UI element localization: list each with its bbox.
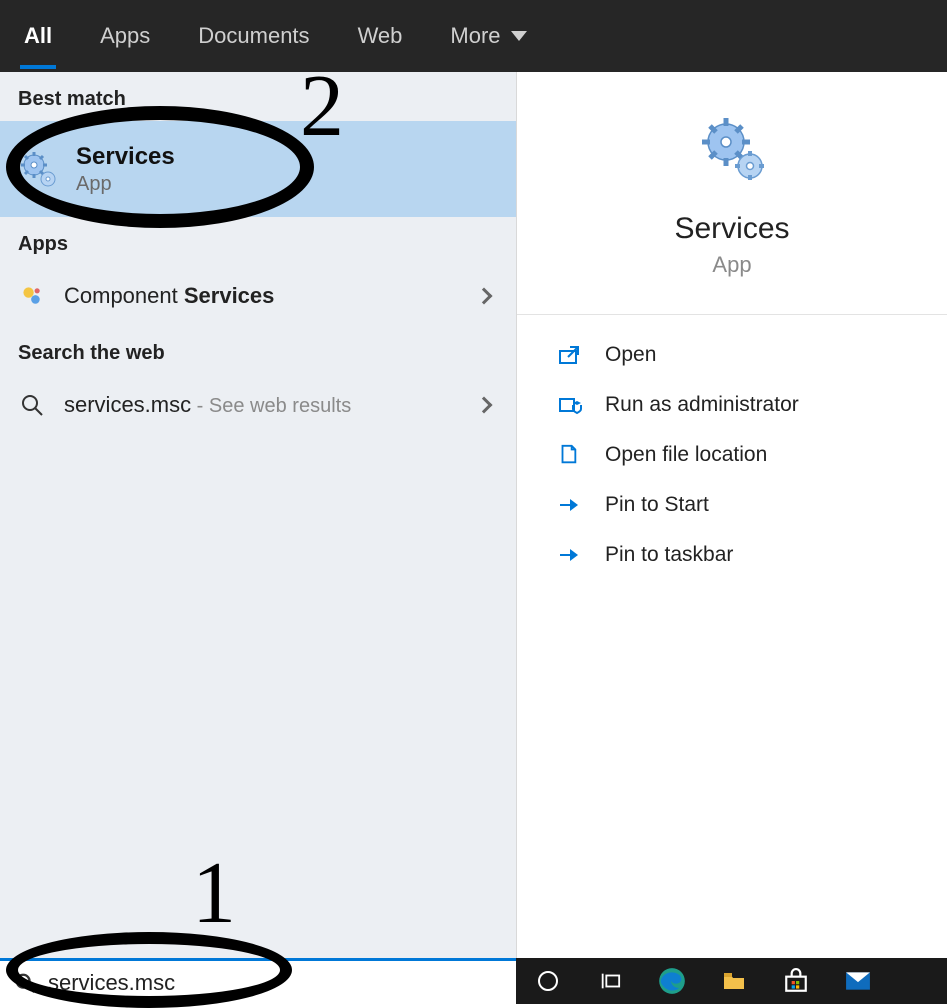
section-apps-label: Apps bbox=[0, 217, 516, 266]
section-web-label: Search the web bbox=[0, 326, 516, 375]
action-label: Pin to Start bbox=[605, 493, 709, 517]
taskbar bbox=[516, 958, 947, 1004]
tab-web[interactable]: Web bbox=[354, 1, 407, 71]
action-label: Run as administrator bbox=[605, 393, 799, 417]
chevron-right-icon bbox=[476, 288, 493, 305]
tab-label: Documents bbox=[198, 23, 309, 48]
tab-apps[interactable]: Apps bbox=[96, 1, 154, 71]
app-result-label: Component Services bbox=[64, 283, 274, 309]
detail-pane: Services App Open Run as administrator bbox=[516, 72, 947, 958]
search-filter-tabs: All Apps Documents Web More bbox=[0, 0, 947, 72]
action-open[interactable]: Open bbox=[557, 339, 947, 371]
detail-subtitle: App bbox=[712, 252, 751, 278]
shield-admin-icon bbox=[557, 394, 585, 416]
web-result-services-msc[interactable]: services.msc - See web results bbox=[0, 375, 516, 435]
best-match-subtitle: App bbox=[76, 173, 175, 196]
action-label: Open bbox=[605, 343, 656, 367]
taskbar-taskview-icon[interactable] bbox=[592, 963, 628, 999]
taskbar-store-icon[interactable] bbox=[778, 963, 814, 999]
detail-actions: Open Run as administrator Open file loca… bbox=[517, 315, 947, 571]
search-icon bbox=[14, 972, 36, 994]
action-label: Open file location bbox=[605, 443, 767, 467]
action-pin-to-start[interactable]: Pin to Start bbox=[557, 489, 947, 521]
taskbar-edge-icon[interactable] bbox=[654, 963, 690, 999]
best-match-result[interactable]: Services App bbox=[0, 121, 516, 217]
tab-label: Web bbox=[358, 23, 403, 48]
tab-all[interactable]: All bbox=[20, 1, 56, 71]
tab-label: Apps bbox=[100, 23, 150, 48]
search-results-pane: Best match Services App bbox=[0, 72, 947, 958]
taskbar-file-explorer-icon[interactable] bbox=[716, 963, 752, 999]
web-result-suffix: - See web results bbox=[191, 395, 351, 417]
search-icon bbox=[18, 391, 46, 419]
action-label: Pin to taskbar bbox=[605, 543, 733, 567]
tab-documents[interactable]: Documents bbox=[194, 1, 313, 71]
app-result-component-services[interactable]: Component Services bbox=[0, 266, 516, 326]
best-match-text: Services App bbox=[76, 143, 175, 196]
open-icon bbox=[557, 344, 585, 366]
app-result-bold: Services bbox=[184, 283, 275, 308]
taskbar-mail-icon[interactable] bbox=[840, 963, 876, 999]
web-result-label: services.msc - See web results bbox=[64, 392, 351, 418]
action-open-file-location[interactable]: Open file location bbox=[557, 439, 947, 471]
search-box[interactable] bbox=[0, 958, 516, 1004]
tab-label: More bbox=[450, 23, 500, 49]
app-result-prefix: Component bbox=[64, 283, 184, 308]
action-pin-to-taskbar[interactable]: Pin to taskbar bbox=[557, 539, 947, 571]
web-result-query: services.msc bbox=[64, 392, 191, 417]
services-gears-icon bbox=[18, 149, 58, 189]
results-left-column: Best match Services App bbox=[0, 72, 516, 958]
folder-location-icon bbox=[557, 444, 585, 466]
action-run-as-admin[interactable]: Run as administrator bbox=[557, 389, 947, 421]
component-services-icon bbox=[18, 282, 46, 310]
search-input[interactable] bbox=[48, 970, 502, 996]
chevron-down-icon bbox=[511, 31, 527, 41]
taskbar-cortana-icon[interactable] bbox=[530, 963, 566, 999]
pin-icon bbox=[557, 494, 585, 516]
best-match-title: Services bbox=[76, 143, 175, 171]
tab-label: All bbox=[24, 23, 52, 48]
services-gears-icon bbox=[696, 112, 768, 184]
tab-more[interactable]: More bbox=[446, 1, 530, 71]
section-best-match-label: Best match bbox=[0, 72, 516, 121]
detail-title: Services bbox=[674, 212, 789, 246]
chevron-right-icon bbox=[476, 397, 493, 414]
detail-header: Services App bbox=[517, 72, 947, 315]
pin-icon bbox=[557, 544, 585, 566]
